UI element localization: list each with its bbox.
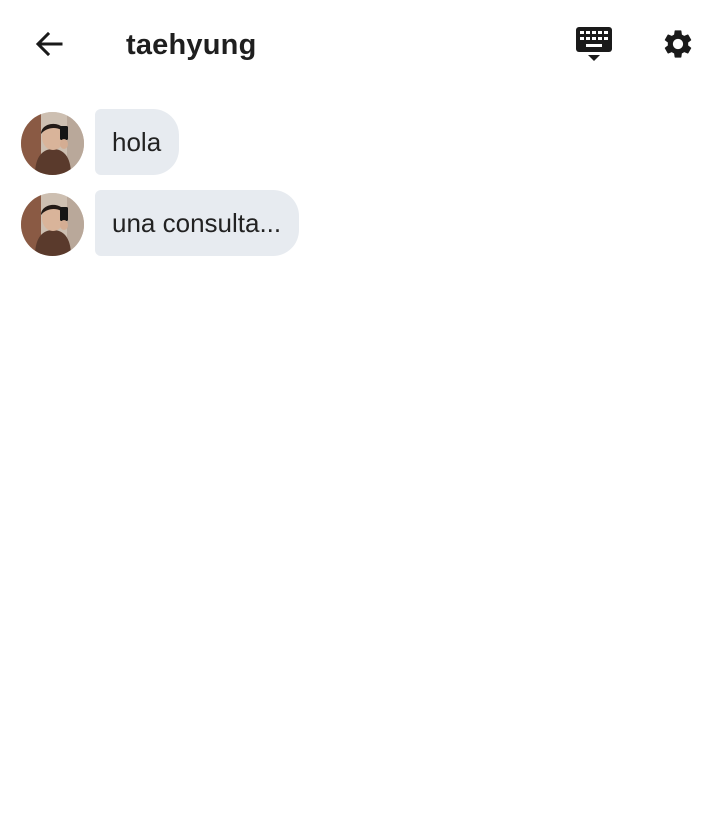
chat-title: taehyung (126, 29, 257, 61)
message-bubble[interactable]: hola (95, 109, 180, 175)
contact-avatar[interactable] (21, 112, 84, 175)
keyboard-hide-icon (576, 26, 612, 67)
message-row: hola (0, 108, 720, 175)
message-row: una consulta... (0, 189, 720, 256)
contact-avatar[interactable] (21, 193, 84, 256)
message-bubble[interactable]: una consulta... (95, 190, 300, 256)
gear-icon (661, 27, 695, 66)
message-list: hola una consulta... (0, 108, 720, 270)
back-button[interactable] (25, 22, 73, 70)
chat-header: taehyung (0, 0, 720, 92)
settings-button[interactable] (654, 22, 702, 70)
hide-keyboard-button[interactable] (570, 22, 618, 70)
arrow-left-icon (33, 28, 65, 65)
